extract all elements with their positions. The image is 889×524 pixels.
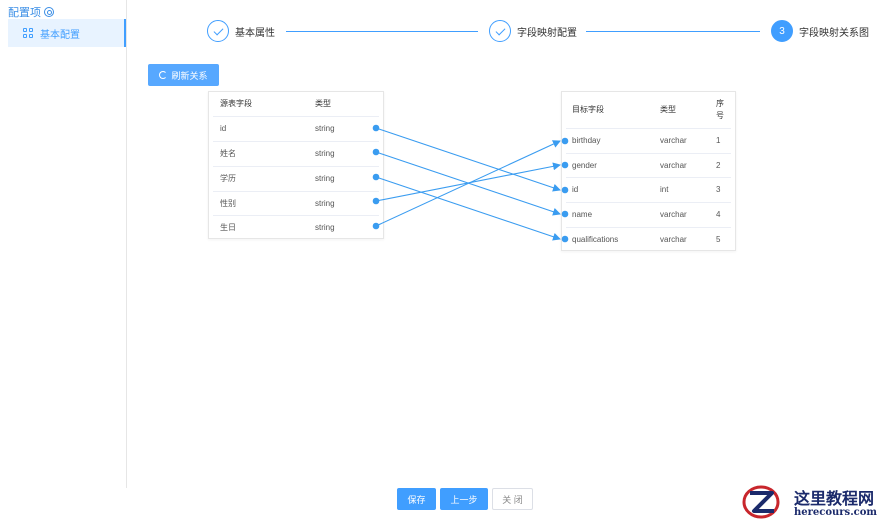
step-label: 字段映射关系图	[799, 27, 869, 39]
field-type: int	[660, 185, 669, 194]
step-connector	[586, 31, 760, 32]
field-name: gender	[572, 161, 597, 170]
column-header: 序	[716, 99, 724, 108]
table-row[interactable]: 性别 string	[213, 192, 379, 216]
field-name: 姓名	[220, 149, 236, 158]
mapping-line[interactable]	[375, 162, 561, 202]
sidebar-title: 配置项	[8, 4, 54, 20]
mapping-line[interactable]	[375, 176, 561, 241]
field-seq: 5	[716, 235, 721, 244]
sidebar-title-label: 配置项	[8, 7, 41, 19]
field-type: varchar	[660, 136, 687, 145]
refresh-icon	[159, 71, 168, 79]
target-fields-table: 目标字段 类型 序 号 birthday varchar 1 gender va…	[561, 91, 736, 251]
field-name: 性别	[220, 199, 236, 208]
table-row[interactable]: 学历 string	[213, 167, 379, 192]
field-seq: 2	[716, 161, 721, 170]
field-name: name	[572, 210, 593, 219]
check-icon	[207, 20, 229, 42]
field-name: id	[220, 124, 227, 133]
table-row[interactable]: 姓名 string	[213, 142, 379, 167]
watermark-logo-icon	[742, 485, 780, 519]
watermark-en: herecours.com	[794, 507, 878, 518]
step-basic-attributes[interactable]: 基本属性	[207, 20, 275, 42]
field-name: 学历	[220, 174, 236, 183]
previous-step-button[interactable]: 上一步	[440, 488, 488, 510]
field-type: string	[315, 149, 335, 158]
step-label: 基本属性	[235, 27, 275, 39]
field-seq: 3	[716, 185, 721, 194]
table-row[interactable]: id int 3	[566, 178, 731, 203]
grid-icon	[23, 28, 33, 38]
step-connector	[286, 31, 478, 32]
mapping-line[interactable]	[375, 151, 561, 216]
sidebar: 配置项 基本配置	[0, 0, 127, 488]
mapping-line[interactable]	[375, 127, 561, 192]
step-number: 3	[771, 20, 793, 42]
field-name: id	[572, 185, 579, 194]
table-row[interactable]: birthday varchar 1	[566, 129, 731, 154]
watermark: 这里教程网 herecours.com	[742, 482, 887, 522]
table-row[interactable]: gender varchar 2	[566, 154, 731, 178]
table-row[interactable]: qualifications varchar 5	[566, 228, 731, 252]
table-row[interactable]: 生日 string	[213, 216, 379, 240]
refresh-label: 刷新关系	[171, 70, 208, 81]
close-button[interactable]: 关 闭	[492, 488, 533, 510]
field-type: string	[315, 199, 335, 208]
field-name: 生日	[220, 223, 236, 232]
table-row[interactable]: name varchar 4	[566, 203, 731, 228]
column-header: 目标字段	[572, 105, 604, 114]
source-table-header: 源表字段 类型	[213, 92, 379, 117]
save-button[interactable]: 保存	[397, 488, 436, 510]
field-type: varchar	[660, 235, 687, 244]
column-header: 号	[716, 111, 724, 120]
field-seq: 4	[716, 210, 721, 219]
mapping-lines	[372, 124, 569, 243]
target-table-header: 目标字段 类型 序 号	[566, 92, 731, 129]
field-type: string	[315, 223, 335, 232]
table-row[interactable]: id string	[213, 117, 379, 142]
field-name: qualifications	[572, 235, 619, 244]
mapping-line[interactable]	[375, 140, 561, 227]
refresh-relations-button[interactable]: 刷新关系	[148, 64, 219, 86]
check-icon	[489, 20, 511, 42]
field-seq: 1	[716, 136, 721, 145]
gear-icon[interactable]	[44, 7, 54, 17]
step-label: 字段映射配置	[517, 27, 577, 39]
field-type: string	[315, 124, 335, 133]
column-header: 类型	[315, 99, 331, 108]
sidebar-item-basic-config[interactable]: 基本配置	[8, 19, 126, 47]
field-type: varchar	[660, 210, 687, 219]
step-field-mapping-diagram[interactable]: 3 字段映射关系图	[771, 20, 869, 42]
field-type: varchar	[660, 161, 687, 170]
watermark-cn: 这里教程网	[794, 489, 875, 508]
step-field-mapping-config[interactable]: 字段映射配置	[489, 20, 577, 42]
field-type: string	[315, 174, 335, 183]
sidebar-item-label: 基本配置	[40, 29, 80, 41]
column-header: 类型	[660, 105, 676, 114]
source-fields-table: 源表字段 类型 id string 姓名 string 学历 string 性别…	[208, 91, 384, 239]
field-name: birthday	[572, 136, 601, 145]
column-header: 源表字段	[220, 99, 252, 108]
